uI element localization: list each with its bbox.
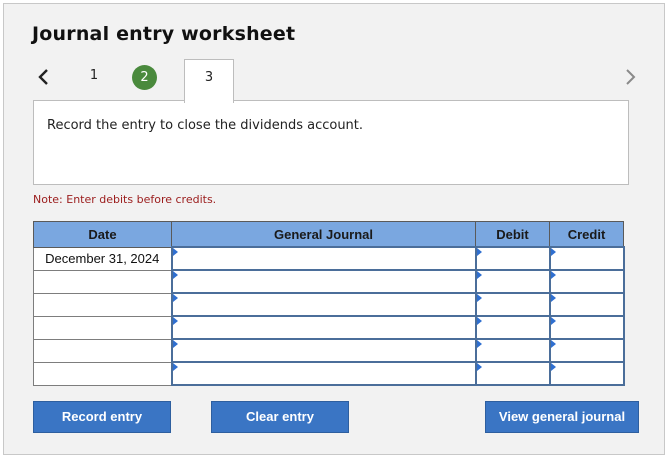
credit-input[interactable]: [548, 338, 625, 363]
journal-table: Date General Journal Debit Credit Decemb…: [33, 221, 625, 386]
header-general-journal: General Journal: [171, 221, 476, 248]
triangle-right-icon: [550, 363, 556, 371]
account-input[interactable]: [170, 292, 477, 317]
credit-input[interactable]: [548, 292, 625, 317]
credit-input[interactable]: [548, 315, 625, 340]
triangle-right-icon: [550, 248, 556, 256]
debit-input[interactable]: [474, 246, 551, 271]
date-cell: [33, 315, 172, 340]
table-row: [33, 361, 625, 386]
credit-input[interactable]: [548, 246, 625, 271]
debit-input[interactable]: [474, 361, 551, 386]
triangle-right-icon: [172, 248, 178, 256]
record-entry-button[interactable]: Record entry: [33, 401, 171, 433]
triangle-right-icon: [172, 363, 178, 371]
triangle-right-icon: [476, 248, 482, 256]
chevron-right-icon[interactable]: [619, 64, 641, 90]
step-2-completed[interactable]: 2: [132, 65, 157, 90]
triangle-right-icon: [172, 294, 178, 302]
table-row: [33, 338, 625, 363]
triangle-right-icon: [172, 271, 178, 279]
account-input[interactable]: [170, 338, 477, 363]
date-cell: [33, 361, 172, 386]
page-title: Journal entry worksheet: [32, 23, 296, 45]
chevron-left-icon[interactable]: [34, 64, 56, 90]
debit-input[interactable]: [474, 338, 551, 363]
triangle-right-icon: [550, 340, 556, 348]
header-date: Date: [33, 221, 172, 248]
table-row: December 31, 2024: [33, 246, 625, 271]
debit-input[interactable]: [474, 315, 551, 340]
credit-input[interactable]: [548, 269, 625, 294]
triangle-right-icon: [172, 317, 178, 325]
tab-step-3-active[interactable]: 3: [184, 59, 234, 103]
triangle-right-icon: [476, 271, 482, 279]
table-row: [33, 292, 625, 317]
table-row: [33, 269, 625, 294]
date-cell: December 31, 2024: [33, 246, 172, 271]
triangle-right-icon: [476, 340, 482, 348]
debit-input[interactable]: [474, 292, 551, 317]
worksheet-frame: Journal entry worksheet 1 2 3 Record the…: [3, 3, 665, 455]
account-input[interactable]: [170, 269, 477, 294]
triangle-right-icon: [476, 294, 482, 302]
table-row: [33, 315, 625, 340]
account-input[interactable]: [170, 361, 477, 386]
header-debit: Debit: [475, 221, 550, 248]
date-cell: [33, 292, 172, 317]
triangle-right-icon: [172, 340, 178, 348]
credit-input[interactable]: [548, 361, 625, 386]
note-text: Note: Enter debits before credits.: [33, 193, 217, 206]
instruction-text: Record the entry to close the dividends …: [47, 118, 364, 133]
table-header-row: Date General Journal Debit Credit: [33, 221, 624, 248]
triangle-right-icon: [550, 294, 556, 302]
triangle-right-icon: [476, 363, 482, 371]
account-input[interactable]: [170, 315, 477, 340]
triangle-right-icon: [550, 317, 556, 325]
date-cell: [33, 338, 172, 363]
instruction-panel: Record the entry to close the dividends …: [33, 100, 629, 185]
header-credit: Credit: [549, 221, 624, 248]
triangle-right-icon: [550, 271, 556, 279]
date-cell: [33, 269, 172, 294]
clear-entry-button[interactable]: Clear entry: [211, 401, 349, 433]
view-general-journal-button[interactable]: View general journal: [485, 401, 639, 433]
debit-input[interactable]: [474, 269, 551, 294]
step-1[interactable]: 1: [84, 68, 104, 83]
triangle-right-icon: [476, 317, 482, 325]
account-input[interactable]: [170, 246, 477, 271]
